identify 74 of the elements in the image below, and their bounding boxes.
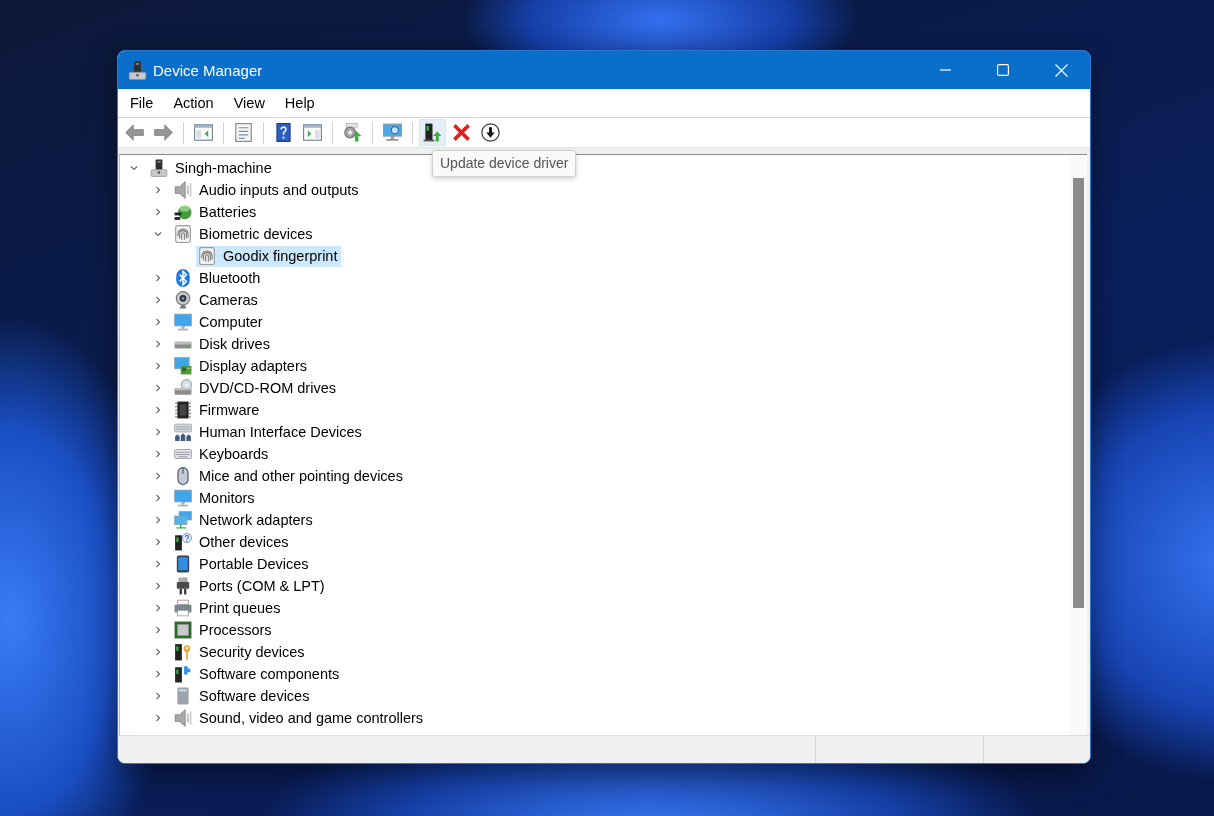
printer-icon: [174, 599, 192, 617]
menu-item[interactable]: Action: [163, 92, 224, 114]
tree-item[interactable]: Goodix fingerprint: [196, 245, 342, 267]
x-mark-icon: [452, 123, 471, 142]
computer-icon: [128, 60, 147, 80]
tree-item[interactable]: Security devices: [172, 641, 309, 663]
speaker-icon: [174, 181, 192, 199]
mouse-icon: [174, 467, 192, 485]
scrollbar[interactable]: [1070, 155, 1087, 735]
monitor-icon: [383, 123, 402, 142]
tree-item[interactable]: Cameras: [172, 289, 262, 311]
tree-item[interactable]: Biometric devices: [172, 223, 317, 245]
speaker-icon: [174, 709, 192, 727]
chip-icon: [174, 401, 192, 419]
software-component-icon: [174, 665, 192, 683]
display-adapter-icon: [174, 357, 192, 375]
scrollbar-thumb[interactable]: [1073, 178, 1084, 608]
tree-item[interactable]: DVD/CD-ROM drives: [172, 377, 340, 399]
input-device-icon: [174, 423, 192, 441]
webcam-icon: [174, 291, 192, 309]
window-title: Device Manager: [153, 61, 264, 79]
forward-arrow-icon: [154, 123, 173, 142]
back-arrow-icon: [125, 123, 144, 142]
action-pane-icon: [303, 123, 322, 142]
tree-item[interactable]: Network adapters: [172, 509, 317, 531]
minimize-icon: [939, 69, 951, 71]
security-key-icon: [174, 643, 192, 661]
menu-item[interactable]: View: [223, 92, 275, 114]
bluetooth-icon: [174, 269, 192, 287]
monitor-icon: [174, 313, 192, 331]
tree-item[interactable]: Other devices: [172, 531, 293, 553]
battery-icon: [174, 203, 192, 221]
close-icon: [1054, 63, 1068, 77]
fingerprint-icon: [198, 247, 216, 265]
menu-item[interactable]: File: [120, 92, 164, 114]
monitor-icon: [174, 489, 192, 507]
port-connector-icon: [174, 577, 192, 595]
maximize-icon: [997, 64, 1009, 76]
tree-item[interactable]: Computer: [172, 311, 267, 333]
disc-drive-icon: [174, 379, 192, 397]
tree-item[interactable]: Software components: [172, 663, 344, 685]
tree-item[interactable]: Singh-machine: [148, 157, 276, 179]
tree-item[interactable]: Processors: [172, 619, 276, 641]
network-icon: [174, 511, 192, 529]
tree-item[interactable]: Human Interface Devices: [172, 421, 366, 443]
device-arrow-icon: [423, 123, 442, 142]
tree-item[interactable]: Bluetooth: [172, 267, 265, 289]
tree-item[interactable]: Firmware: [172, 399, 264, 421]
tree-item[interactable]: Disk drives: [172, 333, 274, 355]
tree-item[interactable]: Batteries: [172, 201, 261, 223]
tree-item[interactable]: Monitors: [172, 487, 259, 509]
gear-arrow-icon: [343, 123, 362, 142]
tree-item[interactable]: Mice and other pointing devices: [172, 465, 407, 487]
tree-item[interactable]: Keyboards: [172, 443, 273, 465]
tree-item[interactable]: Print queues: [172, 597, 285, 619]
unknown-device-icon: [174, 533, 192, 551]
document-icon: [234, 123, 253, 142]
console-tree-icon: [194, 123, 213, 142]
menu-item[interactable]: Help: [274, 92, 325, 114]
processor-icon: [174, 621, 192, 639]
tooltip: Update device driver: [432, 150, 577, 177]
device-tower-icon: [174, 687, 192, 705]
computer-icon: [150, 159, 168, 177]
help-icon: [274, 123, 293, 142]
tree-item[interactable]: Portable Devices: [172, 553, 313, 575]
tree-item[interactable]: Ports (COM & LPT): [172, 575, 329, 597]
down-arrow-circle-icon: [481, 123, 500, 142]
fingerprint-icon: [174, 225, 192, 243]
tree-item[interactable]: Software devices: [172, 685, 314, 707]
update-driver-button[interactable]: [419, 119, 446, 146]
tablet-icon: [174, 555, 192, 573]
tree-item[interactable]: Display adapters: [172, 355, 311, 377]
tree-item[interactable]: Audio inputs and outputs: [172, 179, 363, 201]
tree-item[interactable]: Sound, video and game controllers: [172, 707, 428, 729]
